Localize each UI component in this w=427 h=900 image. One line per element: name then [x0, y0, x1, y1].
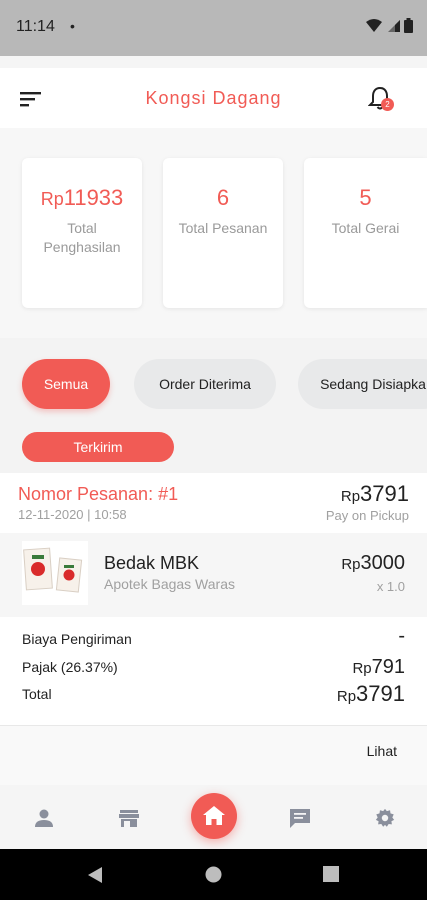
total-label: Total	[22, 686, 52, 702]
bottom-navigation	[0, 785, 427, 849]
chat-icon[interactable]	[288, 807, 312, 829]
store-name: Apotek Bagas Waras	[104, 576, 235, 592]
back-icon[interactable]	[86, 866, 104, 884]
order-number: Nomor Pesanan: #1	[18, 484, 179, 504]
stat-value: 5	[359, 185, 372, 210]
person-icon[interactable]	[32, 807, 56, 829]
order-footer: Lihat	[0, 725, 427, 785]
stat-label: Total Pesanan	[178, 220, 268, 236]
tax-label: Pajak (26.37%)	[22, 659, 118, 675]
battery-icon	[404, 18, 413, 33]
stat-value: 6	[216, 185, 230, 210]
order-total: Rp3791	[340, 481, 409, 506]
payment-method: Pay on Pickup	[325, 508, 409, 523]
store-icon[interactable]	[117, 807, 141, 829]
stat-card-stores: 5 Total Gerai	[304, 158, 427, 308]
app-header: Kongsi Dagang 2	[0, 68, 427, 128]
filter-chip-sedang-disiapkan[interactable]: Sedang Disiapka	[298, 359, 427, 409]
status-badge-terkirim: Terkirim	[22, 432, 174, 462]
home-system-icon[interactable]	[205, 866, 222, 883]
product-image	[22, 541, 88, 605]
order-card[interactable]: Nomor Pesanan: #1 12-11-2020 | 10:58 Rp3…	[0, 473, 427, 725]
wifi-icon	[366, 18, 382, 32]
stat-card-orders: 6 Total Pesanan	[163, 158, 283, 308]
stat-label: Total Gerai	[331, 220, 400, 236]
order-filter-bar: Semua Order Diterima Sedang Disiapka Ter…	[0, 338, 427, 473]
system-navigation-bar	[0, 849, 427, 900]
status-bar: 11:14 •	[0, 0, 427, 56]
view-order-link[interactable]: Lihat	[367, 743, 397, 759]
home-icon	[203, 806, 225, 825]
filter-chip-semua[interactable]: Semua	[22, 359, 110, 409]
shipping-label: Biaya Pengiriman	[22, 631, 132, 647]
settings-icon[interactable]	[373, 807, 397, 829]
product-quantity: x 1.0	[376, 579, 405, 594]
order-date: 12-11-2020 | 10:58	[18, 507, 127, 522]
stat-label: Total Penghasilan	[43, 220, 121, 255]
signal-icon	[388, 19, 400, 32]
product-price: Rp3000	[341, 552, 405, 574]
app-title: Kongsi Dagang	[145, 88, 282, 108]
order-item: Bedak MBK Apotek Bagas Waras Rp3000 x 1.…	[0, 533, 427, 617]
status-icons	[366, 18, 413, 33]
notification-badge: 2	[381, 98, 394, 111]
tax-value: Rp791	[352, 656, 405, 678]
notification-button[interactable]: 2	[367, 86, 394, 114]
stats-section: Rp11933 Total Penghasilan 6 Total Pesana…	[0, 128, 427, 338]
product-name: Bedak MBK	[104, 553, 200, 573]
home-button[interactable]	[191, 793, 237, 839]
filter-chip-order-diterima[interactable]: Order Diterima	[134, 359, 276, 409]
shipping-value: -	[398, 625, 405, 647]
total-value: Rp3791	[336, 681, 405, 706]
status-notification-dot: •	[70, 18, 75, 34]
stat-value: Rp11933	[40, 185, 124, 210]
recents-icon[interactable]	[323, 866, 339, 882]
status-time: 11:14	[16, 18, 55, 35]
product-picture	[23, 547, 83, 593]
stat-card-income: Rp11933 Total Penghasilan	[22, 158, 142, 308]
